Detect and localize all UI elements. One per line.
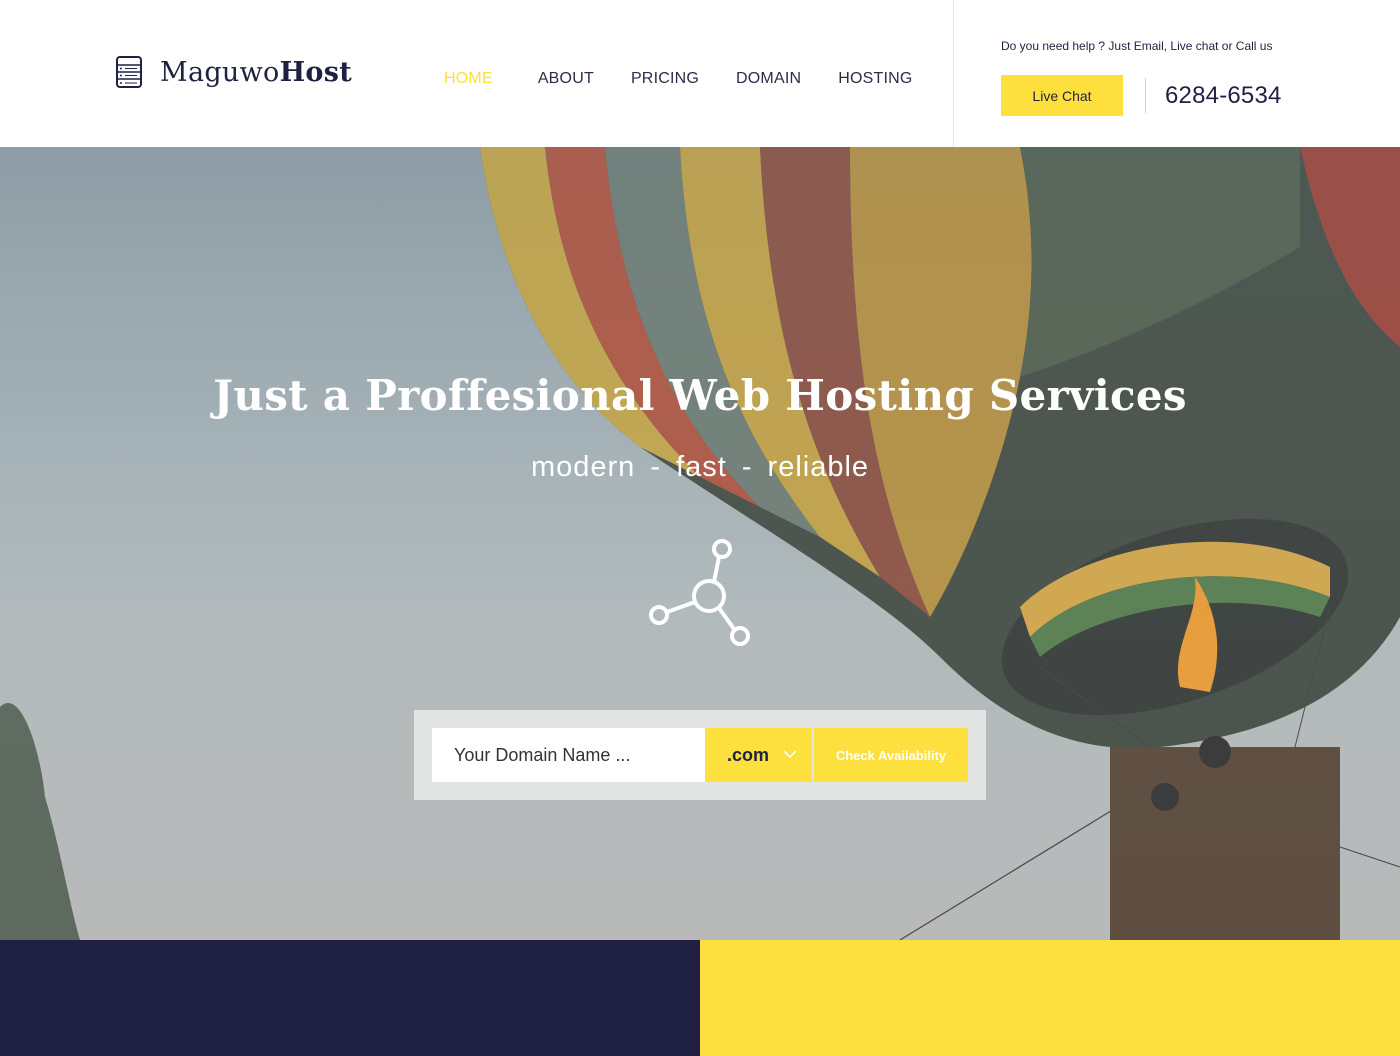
phone-divider [1145, 78, 1146, 113]
bottom-block-yellow [700, 940, 1400, 1056]
hero-subtitle: modern - fast - reliable [530, 451, 870, 483]
nav-item-domain[interactable]: DOMAIN [736, 70, 801, 88]
domain-name-input[interactable] [432, 728, 705, 782]
tld-selected-value: .com [727, 744, 770, 765]
header-divider [953, 0, 954, 147]
nav-item-about[interactable]: ABOUT [538, 70, 594, 88]
nav-item-pricing[interactable]: PRICING [631, 70, 699, 88]
tld-dropdown[interactable]: .com [705, 728, 812, 782]
site-header: MaguwoHost HOME ABOUT PRICING DOMAIN HOS… [0, 0, 1400, 147]
nav-item-home[interactable]: HOME [444, 70, 493, 88]
brand-name-bold: Host [279, 56, 352, 88]
phone-number[interactable]: 6284-6534 [1165, 82, 1282, 110]
brand-name: MaguwoHost [160, 57, 352, 88]
main-nav: HOME ABOUT PRICING DOMAIN HOSTING [444, 70, 950, 88]
bottom-block-navy [0, 940, 700, 1056]
chevron-down-icon [783, 750, 797, 759]
help-text: Do you need help ? Just Email, Live chat… [1001, 39, 1273, 53]
check-availability-button[interactable]: Check Availability [814, 728, 968, 782]
domain-search-bar: .com Check Availability [414, 710, 986, 800]
hero-section: Just a Proffesional Web Hosting Services… [0, 147, 1400, 940]
nav-item-hosting[interactable]: HOSTING [838, 70, 912, 88]
share-network-icon [649, 539, 750, 646]
live-chat-button[interactable]: Live Chat [1001, 75, 1123, 116]
logo[interactable]: MaguwoHost [115, 55, 352, 89]
brand-name-regular: Maguwo [160, 56, 280, 88]
hero-title: Just a Proffesional Web Hosting Services [213, 371, 1187, 420]
server-icon [116, 56, 142, 88]
